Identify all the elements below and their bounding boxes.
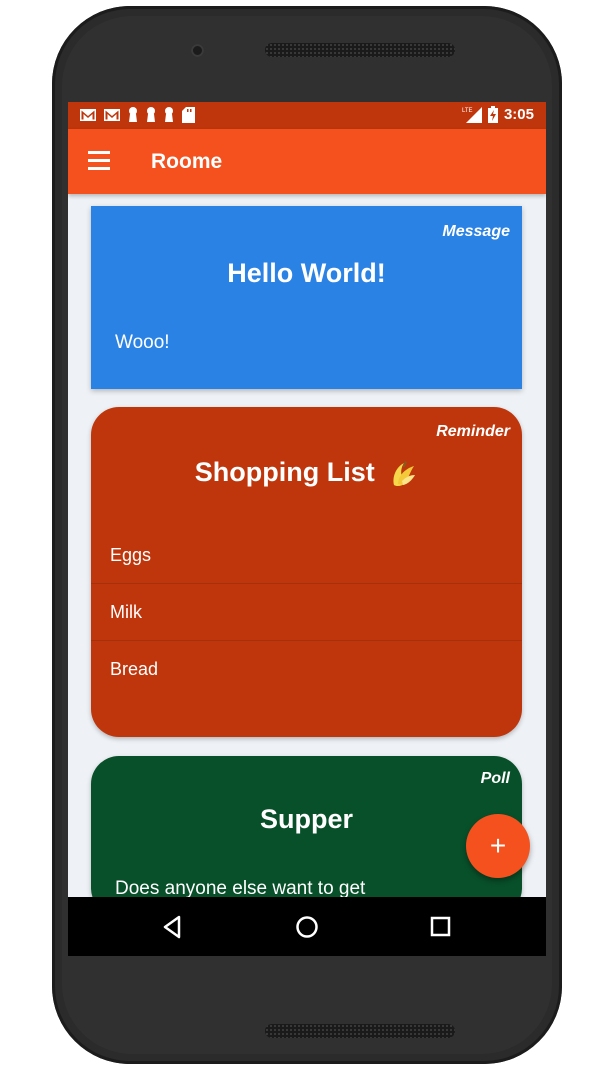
- card-title: Hello World!: [227, 258, 386, 288]
- notification-icons: [80, 107, 195, 123]
- card-type-label: Poll: [480, 770, 510, 787]
- list-item[interactable]: Bread: [91, 641, 522, 697]
- plus-icon: +: [489, 830, 507, 861]
- keyhole-icon: [147, 107, 155, 122]
- earpiece-speaker: [265, 43, 455, 57]
- home-icon[interactable]: [293, 913, 321, 941]
- card-feed[interactable]: Message Hello World! Wooo! Reminder Shop…: [68, 194, 546, 897]
- banana-icon: [393, 460, 416, 486]
- keyhole-icon: [129, 107, 137, 122]
- back-icon[interactable]: [159, 913, 187, 941]
- card-title: Supper: [259, 804, 353, 834]
- sd-card-icon: [182, 107, 195, 123]
- screen: LTE 3:05 Roome Message Hello World! Wooo…: [68, 102, 546, 956]
- keyhole-icon: [165, 107, 173, 122]
- recents-icon[interactable]: [427, 913, 455, 941]
- app-bar: Roome: [68, 129, 546, 194]
- shopping-list: Eggs Milk Bread: [91, 527, 522, 697]
- list-item[interactable]: Eggs: [91, 527, 522, 584]
- reminder-card[interactable]: Reminder Shopping List Eggs Milk Bread: [91, 407, 522, 737]
- add-fab-button[interactable]: +: [466, 814, 530, 878]
- svg-text:LTE: LTE: [462, 108, 473, 114]
- front-camera: [191, 44, 204, 57]
- navigation-bar: [68, 897, 546, 956]
- status-bar: LTE 3:05: [68, 102, 546, 129]
- gmail-icon: [80, 109, 96, 121]
- system-status-icons: LTE 3:05: [462, 106, 534, 123]
- card-body: Does anyone else want to get: [115, 878, 366, 897]
- card-title: Shopping List: [194, 457, 375, 487]
- message-card[interactable]: Message Hello World! Wooo!: [91, 206, 522, 389]
- list-item[interactable]: Milk: [91, 584, 522, 641]
- status-time: 3:05: [503, 106, 534, 123]
- lte-signal-icon: LTE: [462, 107, 482, 123]
- bottom-speaker: [265, 1024, 455, 1038]
- card-body: Wooo!: [115, 332, 170, 353]
- card-title-row: Shopping List: [91, 457, 522, 489]
- hamburger-menu-icon[interactable]: [88, 151, 112, 171]
- poll-card[interactable]: Poll Supper Does anyone else want to get: [91, 756, 522, 897]
- gmail-icon: [104, 109, 120, 121]
- battery-charging-icon: [487, 106, 498, 123]
- card-type-label: Reminder: [436, 423, 510, 440]
- card-type-label: Message: [442, 223, 510, 240]
- app-title: Roome: [151, 150, 223, 173]
